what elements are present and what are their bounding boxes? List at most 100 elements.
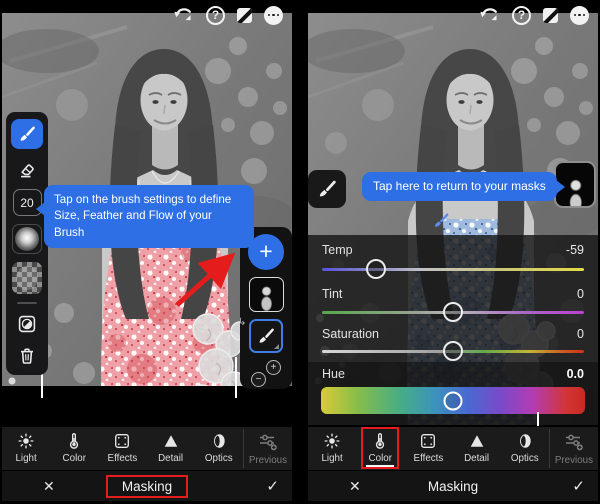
slider-label: Tint [322, 287, 343, 301]
tab-label: Light [321, 453, 343, 464]
panel-before: ? 20 Tap on the brush settings to define… [2, 0, 292, 504]
help-icon[interactable]: ? [206, 5, 225, 25]
tab-color-selected[interactable]: Color [356, 427, 404, 470]
tab-label: Previous [248, 455, 287, 466]
more-options-icon[interactable] [570, 5, 589, 25]
add-to-mask-button[interactable]: + [266, 360, 281, 375]
edit-toolbar: Light Color Effects Detail Optics Previo… [308, 427, 598, 470]
slider-label: Hue [322, 367, 345, 381]
close-icon[interactable]: ✕ [349, 478, 361, 495]
return-to-masks-tooltip: Tap here to return to your masks [362, 172, 565, 202]
slider-label: Saturation [322, 327, 379, 341]
detail-icon [162, 432, 180, 450]
tab-previous[interactable]: Previous [244, 427, 292, 470]
brush-tool-button[interactable] [11, 119, 43, 149]
brush-icon [18, 125, 36, 143]
confirm-icon[interactable]: ✓ [572, 477, 585, 495]
corner-triangle-icon [274, 344, 279, 349]
invert-icon [17, 314, 37, 334]
light-icon [17, 432, 35, 450]
panel-after: ? Tap here to return to your masks Temp … [308, 0, 598, 504]
top-toolbar: ? [478, 5, 589, 25]
preview-off-icon[interactable] [543, 7, 558, 23]
previous-icon [563, 432, 585, 452]
tab-optics[interactable]: Optics [501, 427, 549, 470]
active-brush-tool[interactable] [249, 319, 283, 353]
slider-knob[interactable] [365, 259, 386, 279]
close-icon[interactable]: ✕ [43, 478, 55, 495]
help-icon[interactable]: ? [512, 5, 531, 25]
slider-value: 0 [577, 327, 584, 341]
subtract-from-mask-button[interactable]: − [251, 372, 266, 387]
tab-label: Effects [107, 453, 138, 464]
tooltip-line: Brush [54, 225, 85, 239]
crop-handle-right[interactable] [235, 357, 237, 398]
tab-optics[interactable]: Optics [195, 427, 243, 470]
delete-mask-button[interactable] [12, 344, 42, 368]
branch-arrow-icon: ↳ [238, 317, 247, 328]
hue-slider[interactable] [321, 387, 585, 414]
brush-feather-button[interactable] [12, 224, 42, 254]
eraser-icon [18, 160, 36, 178]
brush-tools-sidebar: 20 [6, 112, 48, 375]
color-adjustments-panel: Temp -59 Tint 0 Saturation 0 Hue 0.0 [308, 235, 598, 425]
tab-label: Detail [464, 453, 490, 464]
brush-flow-button[interactable] [12, 262, 42, 294]
slider-knob[interactable] [443, 391, 463, 410]
brush-tool-button[interactable] [308, 170, 346, 208]
confirm-icon[interactable]: ✓ [266, 477, 279, 495]
previous-icon [257, 432, 279, 452]
add-subtract-stepper: + − [248, 360, 284, 387]
tab-label: Effects [413, 453, 444, 464]
slider-knob[interactable] [443, 302, 463, 322]
color-icon [65, 432, 83, 450]
slider-value: 0.0 [566, 367, 584, 381]
mask-thumbnail[interactable] [248, 277, 284, 312]
eraser-tool-button[interactable] [12, 157, 42, 181]
tab-color[interactable]: Color [50, 427, 98, 470]
tooltip-tail [36, 202, 45, 216]
light-icon [323, 432, 341, 450]
sidebar-divider [17, 302, 37, 304]
preview-off-icon[interactable] [237, 7, 252, 23]
optics-icon [516, 432, 534, 450]
slider-track [322, 267, 584, 271]
more-options-icon[interactable] [264, 5, 283, 25]
tab-detail[interactable]: Detail [453, 427, 501, 470]
tab-label: Light [15, 453, 37, 464]
crop-handle-right[interactable] [537, 412, 539, 426]
saturation-slider[interactable] [322, 341, 584, 361]
tab-light[interactable]: Light [308, 427, 356, 470]
slider-value: 0 [577, 287, 584, 301]
tab-effects[interactable]: Effects [404, 427, 452, 470]
detail-icon [468, 432, 486, 450]
top-toolbar: ? [172, 5, 283, 25]
feather-gradient-icon [15, 227, 39, 251]
tooltip-tail [555, 179, 565, 194]
undo-icon[interactable] [172, 5, 194, 25]
masking-bar: ✕ Masking ✓ [308, 471, 598, 501]
tab-detail[interactable]: Detail [147, 427, 195, 470]
tint-slider[interactable] [322, 302, 584, 322]
invert-mask-button[interactable] [12, 312, 42, 336]
brush-icon [257, 327, 275, 345]
tab-previous[interactable]: Previous [550, 427, 598, 470]
tab-label: Previous [554, 455, 593, 466]
slider-knob[interactable] [443, 341, 463, 361]
highlight-box [361, 427, 400, 469]
slider-value: -59 [565, 243, 584, 257]
tab-label: Optics [204, 453, 233, 464]
tab-label: Optics [510, 453, 539, 464]
optics-icon [210, 432, 228, 450]
tab-light[interactable]: Light [2, 427, 50, 470]
effects-icon [419, 432, 437, 450]
temp-slider[interactable] [322, 259, 584, 279]
edit-toolbar: Light Color Effects Detail Optics Previo… [2, 427, 292, 470]
masking-title: Masking [427, 478, 479, 494]
brush-cursor-icon [432, 212, 450, 229]
masking-title: Masking [105, 474, 189, 498]
undo-icon[interactable] [478, 5, 500, 25]
brush-settings-tooltip: Tap on the brush settings to define Size… [36, 185, 254, 249]
tab-effects[interactable]: Effects [98, 427, 146, 470]
brush-icon [317, 179, 337, 199]
